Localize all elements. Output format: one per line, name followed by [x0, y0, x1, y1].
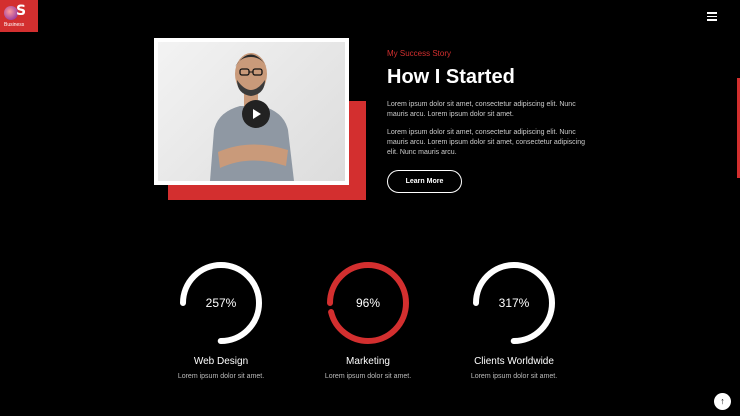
story-paragraph-2: Lorem ipsum dolor sit amet, consectetur … [387, 129, 586, 156]
story-title: How I Started [387, 66, 515, 88]
story-photo [158, 42, 345, 181]
stat-value: 96% [355, 296, 381, 310]
stat-web-design: 257% Web Design Lorem ipsum dolor sit am… [151, 260, 291, 380]
learn-more-button[interactable]: Learn More [387, 170, 462, 193]
site-logo[interactable]: S Business [0, 0, 38, 32]
story-paragraph-1: Lorem ipsum dolor sit amet, consectetur … [387, 101, 576, 118]
stat-clients-worldwide: 317% Clients Worldwide Lorem ipsum dolor… [444, 260, 584, 380]
logo-subtext: Business [4, 22, 25, 28]
stat-name: Marketing [346, 356, 390, 367]
stat-description: Lorem ipsum dolor sit amet. [177, 373, 265, 380]
stat-value: 317% [498, 296, 530, 310]
stat-value: 257% [205, 296, 237, 310]
logo-text: S [16, 3, 27, 19]
arrow-up-icon[interactable]: ↑ [714, 393, 731, 410]
stat-marketing: 96% Marketing Lorem ipsum dolor sit amet… [298, 260, 438, 380]
stat-description: Lorem ipsum dolor sit amet. [324, 373, 412, 380]
story-photo-frame [154, 38, 349, 185]
hamburger-icon[interactable] [707, 12, 717, 21]
story-kicker: My Success Story [387, 49, 452, 58]
play-icon[interactable] [242, 100, 270, 128]
stat-name: Web Design [193, 356, 249, 367]
stat-description: Lorem ipsum dolor sit amet. [470, 373, 558, 380]
stat-name: Clients Worldwide [474, 356, 554, 367]
